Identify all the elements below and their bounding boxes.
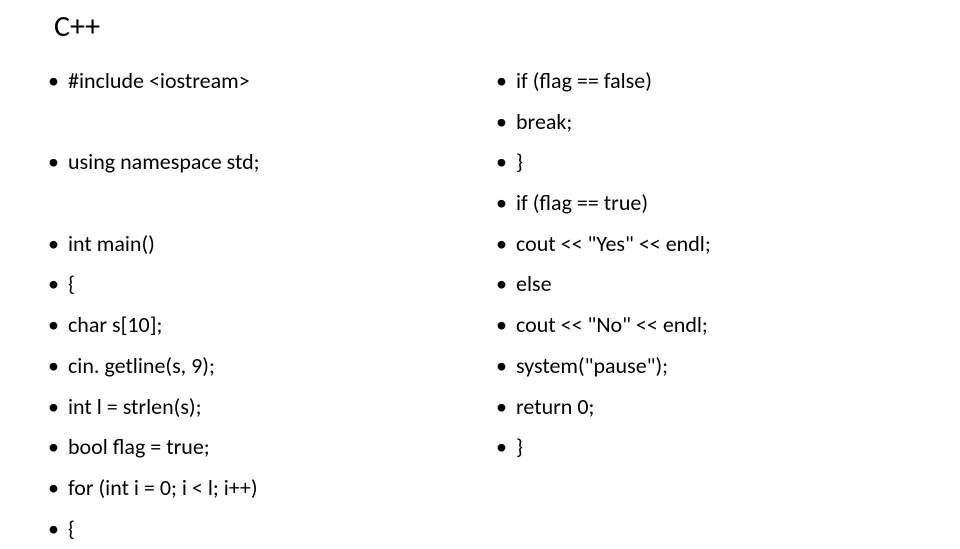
left-column: #include <iostream> using namespace std;… [48, 61, 464, 549]
right-list: if (flag == false)break;}if (flag == tru… [496, 61, 912, 468]
code-line: bool flag = true; [48, 427, 464, 468]
code-line: #include <iostream> [48, 61, 464, 102]
code-line: int main() [48, 224, 464, 265]
code-line: else [496, 264, 912, 305]
code-line: cout << "No" << endl; [496, 305, 912, 346]
code-line: int l = strlen(s); [48, 387, 464, 428]
code-line: system("pause"); [496, 346, 912, 387]
code-line [48, 183, 464, 224]
code-line: using namespace std; [48, 142, 464, 183]
slide-title: C++ [54, 8, 912, 45]
code-line: cout << "Yes" << endl; [496, 224, 912, 265]
code-line: if (flag == false) [496, 61, 912, 102]
code-line: break; [496, 102, 912, 143]
code-line: } [496, 427, 912, 468]
code-line: char s[10]; [48, 305, 464, 346]
code-line: } [496, 142, 912, 183]
content-columns: #include <iostream> using namespace std;… [48, 61, 912, 549]
code-line: return 0; [496, 387, 912, 428]
code-line: { [48, 264, 464, 305]
code-line [48, 102, 464, 143]
left-list: #include <iostream> using namespace std;… [48, 61, 464, 549]
code-line: if (flag == true) [496, 183, 912, 224]
code-line: for (int i = 0; i < l; i++) [48, 468, 464, 509]
right-column: if (flag == false)break;}if (flag == tru… [496, 61, 912, 549]
code-line: { [48, 509, 464, 549]
code-line: cin. getline(s, 9); [48, 346, 464, 387]
